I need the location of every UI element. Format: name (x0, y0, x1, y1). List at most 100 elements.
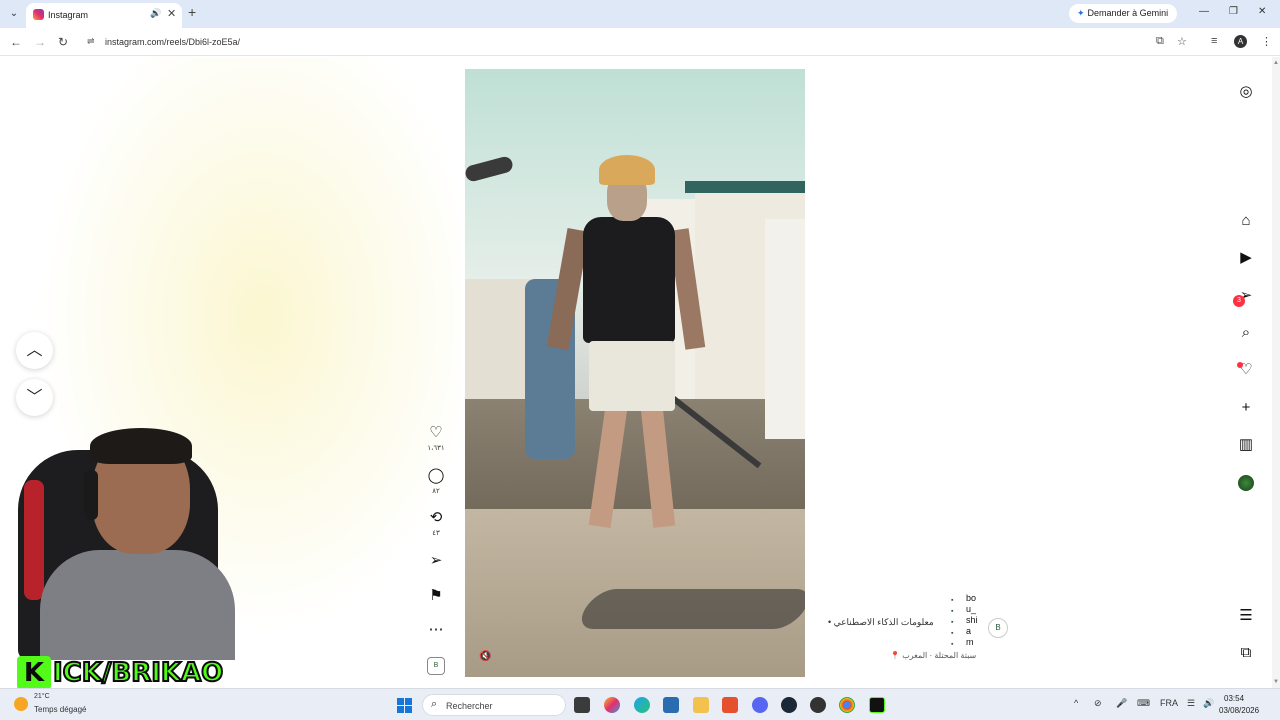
home-icon[interactable]: ⌂ (1236, 211, 1256, 231)
gemini-star-icon: ✦ (1077, 8, 1085, 18)
microphone-icon[interactable]: 🎤 (1116, 698, 1127, 709)
language-indicator[interactable]: FRA (1160, 698, 1178, 708)
clock-date[interactable]: 03/08/2026 (1219, 706, 1259, 715)
page-scrollbar[interactable] (1272, 57, 1280, 688)
browser-tab-bar: ⌄ Instagram 🔊 ✕ + ✦ Demander à Gemini — ❐… (0, 0, 1280, 28)
username-fragment: u_ (966, 604, 977, 614)
taskbar-search[interactable]: ⌕ Rechercher (422, 694, 566, 716)
window-close-button[interactable]: ✕ (1258, 6, 1266, 17)
edge-icon[interactable] (634, 697, 650, 713)
reading-list-icon[interactable]: ≡ (1211, 35, 1217, 47)
more-options-button[interactable]: ⋯ (425, 622, 447, 638)
chrome-icon[interactable] (839, 697, 855, 713)
wifi-icon[interactable]: ☰ (1187, 698, 1195, 709)
task-view-icon[interactable] (574, 697, 590, 713)
also-from-meta-icon[interactable]: ⧉ (1236, 643, 1256, 663)
tab-close-icon[interactable]: ✕ (167, 7, 176, 20)
kick-channel-banner: K ICK/BRIKAO (17, 656, 279, 690)
video-pointing-hand (465, 155, 515, 183)
share-button[interactable]: ➢ (425, 553, 447, 569)
create-icon[interactable]: + (1236, 398, 1256, 418)
comment-button[interactable]: ◯ ٨٢ (425, 468, 447, 496)
steam-icon[interactable] (781, 697, 797, 713)
like-button[interactable]: ♡ ١،٦٣١ (425, 424, 447, 453)
reload-button[interactable]: ↻ (58, 35, 68, 49)
video-shadow (573, 589, 805, 629)
scroll-up-arrow-icon[interactable]: ▲ (1273, 60, 1279, 66)
browser-menu-icon[interactable]: ⋮ (1261, 35, 1272, 48)
caption-location[interactable]: 📍 سبتة المحتلة · المغرب (890, 651, 976, 660)
video-man-hat (599, 155, 655, 185)
brave-icon[interactable] (722, 697, 738, 713)
clock-time[interactable]: 03:54 (1224, 694, 1244, 703)
maximize-button[interactable]: ❐ (1229, 6, 1238, 17)
streamer-webcam-overlay: K ICK/BRIKAO (0, 420, 240, 690)
keyboard-icon[interactable]: ⌨ (1137, 698, 1150, 709)
weather-description[interactable]: Temps dégagé (34, 705, 86, 714)
video-person (765, 219, 805, 439)
heart-icon: ♡ (429, 424, 443, 441)
minimize-button[interactable]: — (1199, 6, 1209, 17)
next-reel-button[interactable]: ﹀ (16, 379, 53, 416)
file-explorer-icon[interactable] (693, 697, 709, 713)
tab-instagram[interactable]: Instagram 🔊 ✕ (26, 3, 182, 28)
copilot-icon[interactable] (604, 697, 620, 713)
username-fragment: shi (966, 615, 978, 625)
browser-toolbar: ← → ↻ ⇌ instagram.com/reels/Dbi6l-zoE5a/… (0, 28, 1280, 56)
scroll-down-arrow-icon[interactable]: ▼ (1273, 679, 1279, 685)
username-fragment: m (966, 637, 974, 647)
cast-icon[interactable]: ⧉ (1156, 35, 1164, 48)
search-icon: ⌕ (431, 698, 438, 710)
store-icon[interactable] (663, 697, 679, 713)
address-bar[interactable]: instagram.com/reels/Dbi6l-zoE5a/ (105, 37, 240, 47)
bookmark-star-icon[interactable]: ☆ (1177, 35, 1187, 48)
caption-avatar[interactable]: B (988, 618, 1008, 638)
repost-icon: ⟲ (429, 509, 443, 526)
discord-icon[interactable] (752, 697, 768, 713)
save-button[interactable]: ⚑ (425, 588, 447, 604)
back-button[interactable]: ← (10, 35, 22, 49)
tab-title: Instagram (48, 10, 89, 20)
weather-temperature[interactable]: 21°C (34, 693, 50, 700)
verified-dots-decoration: ▪ ▪ ▪ ▪ ▪ (951, 597, 954, 648)
obs-icon[interactable] (869, 697, 885, 713)
taskbar-search-placeholder: Rechercher (446, 701, 493, 711)
repost-button[interactable]: ⟲ ٤٣ (425, 509, 447, 538)
repost-count: ٤٣ (432, 530, 440, 537)
more-dots-icon: ⋯ (428, 621, 444, 638)
video-man-shorts (589, 341, 675, 411)
menu-icon[interactable]: ☰ (1236, 606, 1256, 626)
volume-icon[interactable]: 🔊 (1203, 698, 1214, 709)
like-count: ١،٦٣١ (427, 445, 445, 452)
new-tab-button[interactable]: + (188, 4, 196, 20)
gemini-label: Demander à Gemini (1087, 8, 1169, 18)
tab-audio-icon[interactable]: 🔊 (150, 8, 161, 19)
browser-profile-avatar[interactable]: A (1234, 35, 1247, 48)
reel-video[interactable]: 🔇 (465, 69, 805, 677)
instagram-logo-icon[interactable]: ◎ (1236, 82, 1256, 102)
instagram-favicon-icon (33, 9, 44, 20)
site-info-icon[interactable]: ⇌ (87, 36, 97, 46)
username-fragment: a (966, 626, 972, 636)
ask-gemini-button[interactable]: ✦ Demander à Gemini (1069, 4, 1177, 23)
mute-icon[interactable]: 🔇 (479, 651, 493, 665)
bookmark-icon: ⚑ (429, 587, 443, 604)
app-icon[interactable] (810, 697, 826, 713)
chevron-up-icon: ︿ (26, 342, 43, 359)
gaming-chair-accent (24, 480, 44, 600)
network-icon[interactable]: ⊘ (1094, 698, 1102, 709)
previous-reel-button[interactable]: ︿ (16, 332, 53, 369)
windows-start-icon[interactable] (397, 698, 412, 713)
dashboard-icon[interactable]: ▥ (1236, 435, 1256, 455)
profile-avatar[interactable] (1238, 475, 1254, 491)
reels-icon[interactable]: ▶ (1236, 248, 1256, 268)
caption-username[interactable]: bo u_ shi a m (966, 593, 986, 648)
tray-overflow-icon[interactable]: ^ (1074, 698, 1078, 708)
notification-dot (1237, 362, 1243, 368)
forward-button[interactable]: → (34, 35, 46, 49)
original-audio-button[interactable]: B (427, 657, 445, 675)
tab-search-button[interactable]: ⌄ (6, 6, 22, 22)
search-icon[interactable]: ⌕ (1236, 323, 1256, 343)
weather-sun-icon[interactable] (14, 697, 28, 711)
windows-taskbar: 21°C Temps dégagé ⌕ Rechercher ^ ⊘ 🎤 ⌨ F… (0, 688, 1280, 720)
